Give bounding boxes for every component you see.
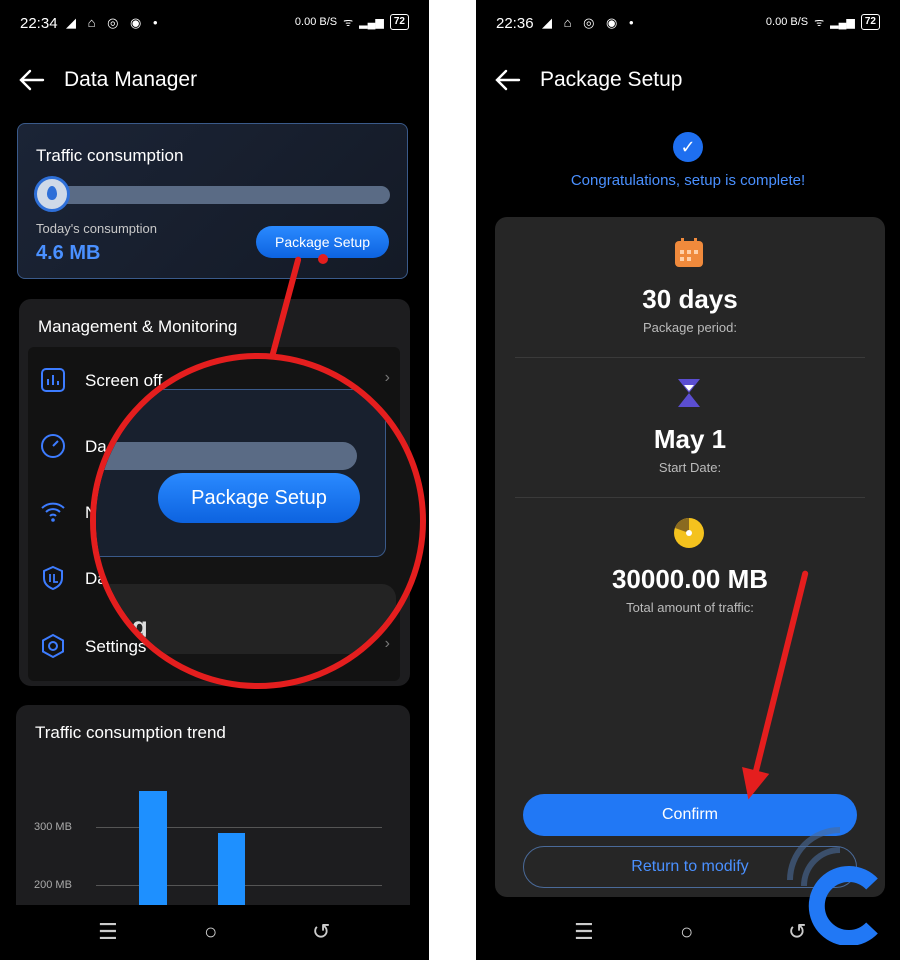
status-time: 22:36 [496,15,534,32]
menu-nav-icon[interactable]: ☰ [574,919,594,945]
calendar-icon [675,238,703,267]
back-arrow-icon[interactable] [18,66,46,94]
traffic-progress-track [38,186,390,204]
status-bar: 22:34 ◢ ⌂ ◎ ◉ • 0.00 B/S ᯤ ▂▄▆ 72 [18,10,411,38]
signal-icon: ▂▄▆ [830,16,855,29]
bar-chart-icon [41,368,65,392]
chevron-right-icon: › [384,369,390,386]
status-time: 22:34 [20,15,58,32]
traffic-heading: Traffic consumption [36,146,184,165]
annotation-dot [318,254,328,264]
pie-icon [674,518,704,548]
period-section: 30 days Package period: [495,217,885,357]
battery-icon: 72 [860,14,880,30]
shield-icon [43,565,63,591]
back-arrow-icon[interactable] [494,66,522,94]
today-label: Today's consumption [36,221,157,236]
signal-icon: ▂▄▆ [359,16,384,29]
magnifier-circle: Package Setup ng [90,353,426,689]
wifi-icon [41,502,65,522]
hourglass-icon [678,379,700,407]
period-label: Package period: [643,320,737,335]
menu-nav-icon[interactable]: ☰ [98,919,118,945]
total-value: 30000.00 MB [611,564,769,594]
page-title: Package Setup [540,68,683,91]
back-nav-icon[interactable]: ↺ [312,919,330,945]
net-speed: 0.00 B/S [294,16,338,28]
wifi-status-icon: ᯤ [814,16,825,29]
stage: 22:34 ◢ ⌂ ◎ ◉ • 0.00 B/S ᯤ ▂▄▆ 72 Data M… [0,0,900,960]
today-value: 4.6 MB [36,242,101,264]
home-nav-icon[interactable]: ○ [204,919,217,945]
page-title: Data Manager [64,68,198,91]
total-label: Total amount of traffic: [626,600,754,615]
net-speed: 0.00 B/S [765,16,809,28]
app-bar: Package Setup [494,64,882,98]
total-section: 30000.00 MB Total amount of traffic: [495,497,885,637]
app-bar: Data Manager [18,64,411,98]
status-right: 0.00 B/S ᯤ ▂▄▆ 72 [295,14,409,30]
wifi-status-icon: ᯤ [343,16,354,29]
watermark-logo-icon [787,827,878,945]
home-nav-icon[interactable]: ○ [680,919,693,945]
status-bar: 22:36 ◢ ⌂ ◎ ◉ • 0.00 B/S ᯤ ▂▄▆ 72 [494,10,882,38]
notification-icons: ◢ ⌂ ◎ ◉ • [66,15,162,30]
check-icon: ✓ [673,132,703,162]
period-value: 30 days [642,284,738,314]
list-item-label: Screen off [85,371,163,390]
start-label: Start Date: [658,460,722,475]
battery-icon: 72 [389,14,409,30]
gauge-icon [41,434,65,458]
package-setup-screen: 22:36 ◢ ⌂ ◎ ◉ • 0.00 B/S ᯤ ▂▄▆ 72 Packag… [476,0,900,960]
status-right: 0.00 B/S ᯤ ▂▄▆ 72 [766,14,880,30]
y-label-300: 300 MB [34,821,72,833]
management-heading: Management & Monitoring [38,317,238,336]
water-drop-icon [34,176,70,212]
settings-hexagon-icon [42,633,64,659]
trend-card: Traffic consumption trend 300 MB 200 MB [16,705,410,925]
trend-heading: Traffic consumption trend [35,723,226,742]
magnified-package-setup-button: Package Setup [158,473,360,523]
start-value: May 1 [653,424,727,454]
magnified-partial-text: ng [116,611,148,641]
y-label-200: 200 MB [34,879,72,891]
congrats-message: Congratulations, setup is complete! [570,172,806,189]
nav-bar: ☰ ○ ↺ [0,905,429,960]
magnified-track [96,442,357,470]
start-section: May 1 Start Date: [495,357,885,497]
notification-icons: ◢ ⌂ ◎ ◉ • [542,15,638,30]
